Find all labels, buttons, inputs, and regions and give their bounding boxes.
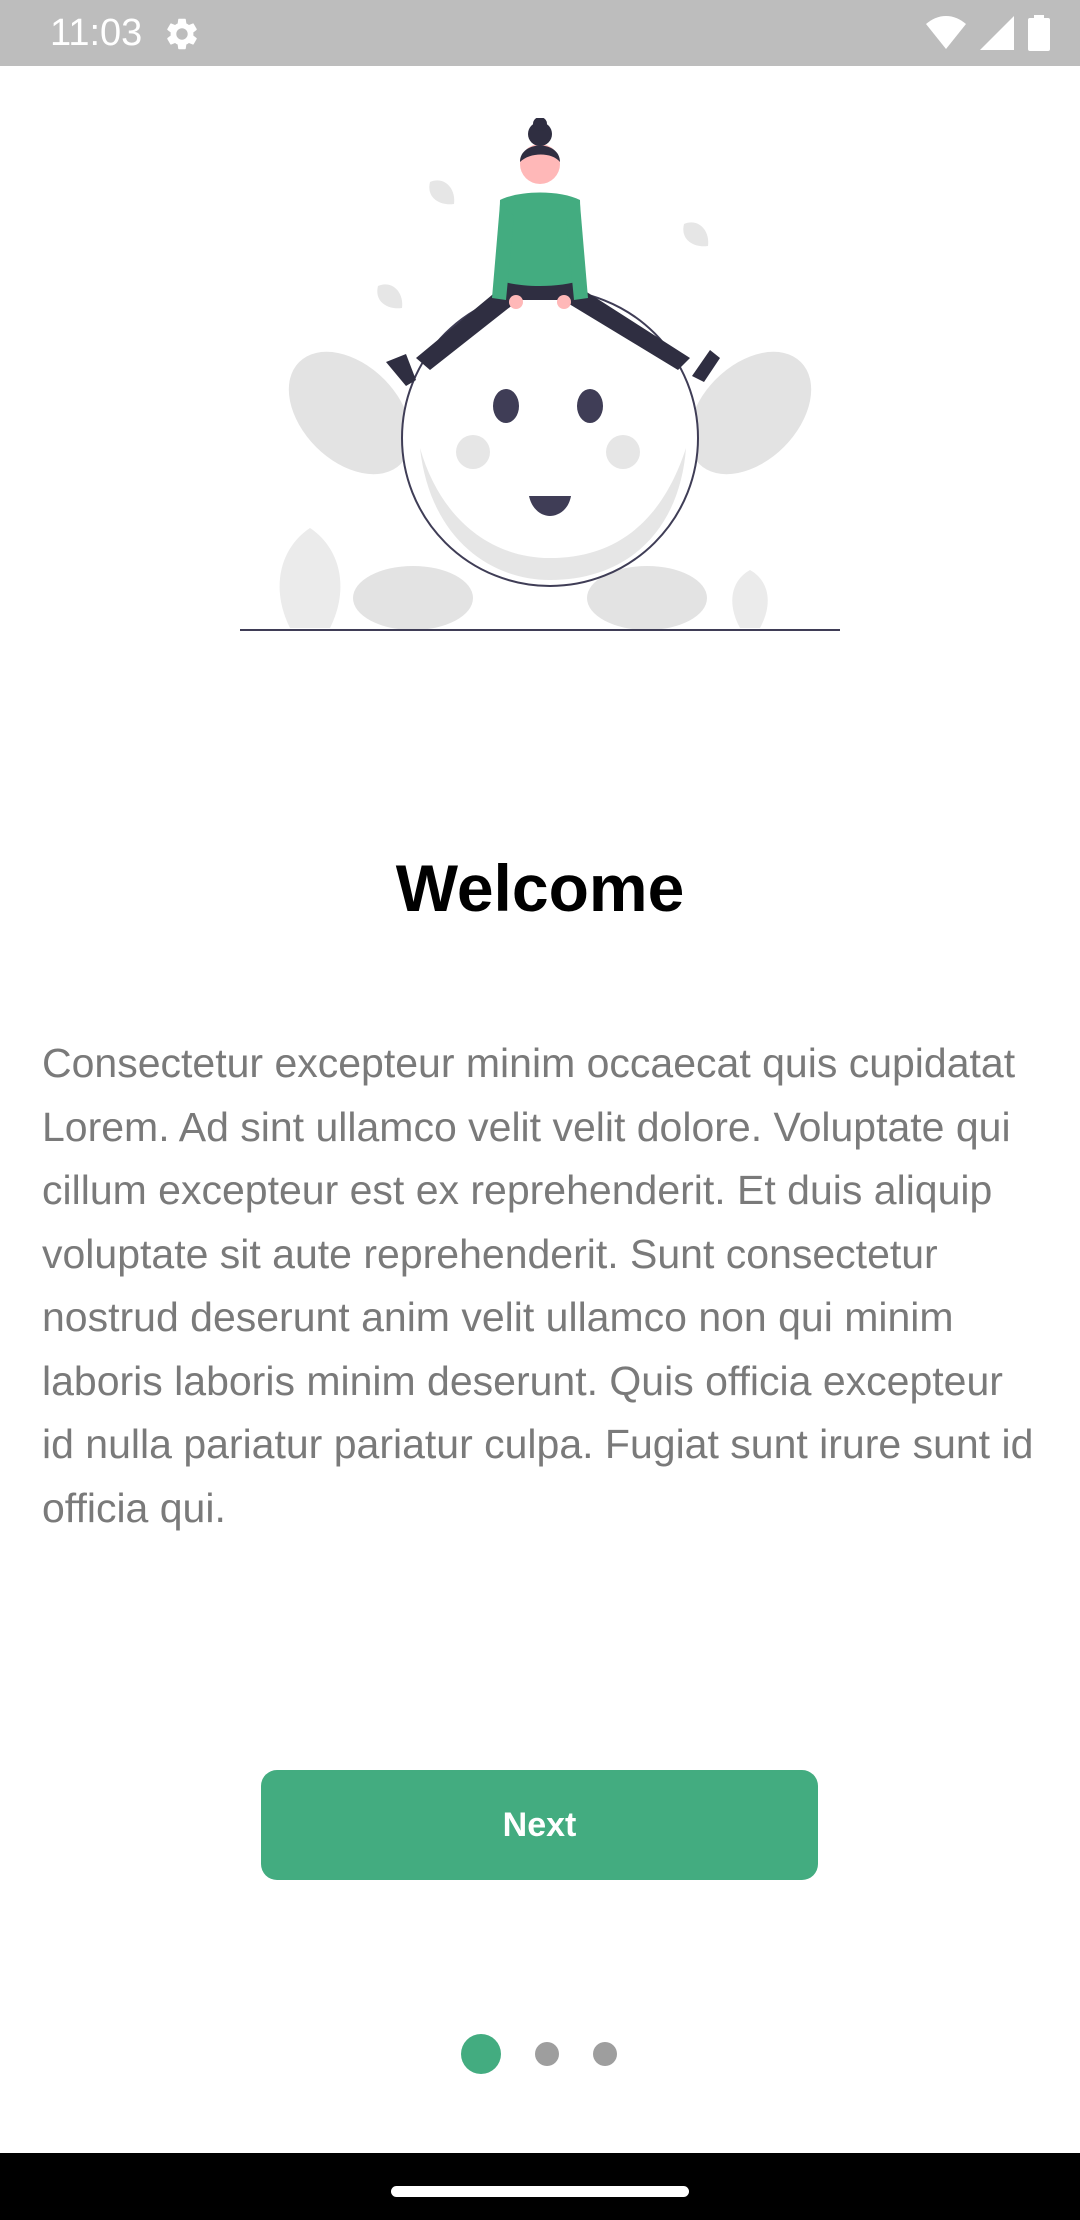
eye-left — [493, 389, 519, 423]
status-time: 11:03 — [50, 12, 143, 54]
signal-icon — [980, 16, 1014, 50]
welcome-illustration — [240, 118, 840, 631]
page-dot-3[interactable] — [593, 2042, 617, 2066]
wifi-icon — [926, 16, 966, 49]
shoe-left — [386, 354, 416, 386]
next-button[interactable]: Next — [261, 1770, 818, 1880]
person-hand-right — [557, 295, 571, 309]
small-leaf-shape — [683, 222, 709, 247]
onboarding-screen: 11:03 Welcome Consectetur excepteur mini… — [0, 0, 1080, 2220]
plant-right-shape — [732, 570, 768, 628]
cheek-left — [456, 435, 490, 469]
page-dot-2[interactable] — [535, 2042, 559, 2066]
welcome-description: Consectetur excepteur minim occaecat qui… — [42, 1040, 1034, 1531]
gear-icon — [167, 18, 197, 50]
page-dot-1[interactable] — [461, 2034, 501, 2074]
battery-icon — [1028, 15, 1050, 51]
page-indicator — [0, 2032, 1080, 2076]
status-bar: 11:03 — [0, 0, 1080, 66]
plant-left-shape — [279, 528, 341, 628]
cheek-right — [606, 435, 640, 469]
person-hand-left — [509, 295, 523, 309]
small-leaf-shape — [377, 284, 403, 309]
shoe-right — [692, 350, 720, 382]
foot-blob-shape — [353, 566, 473, 630]
page-title: Welcome — [395, 851, 685, 925]
small-leaf-shape — [429, 180, 455, 205]
eye-right — [577, 389, 603, 423]
status-icons — [926, 14, 1050, 52]
home-handle[interactable] — [391, 2186, 689, 2197]
